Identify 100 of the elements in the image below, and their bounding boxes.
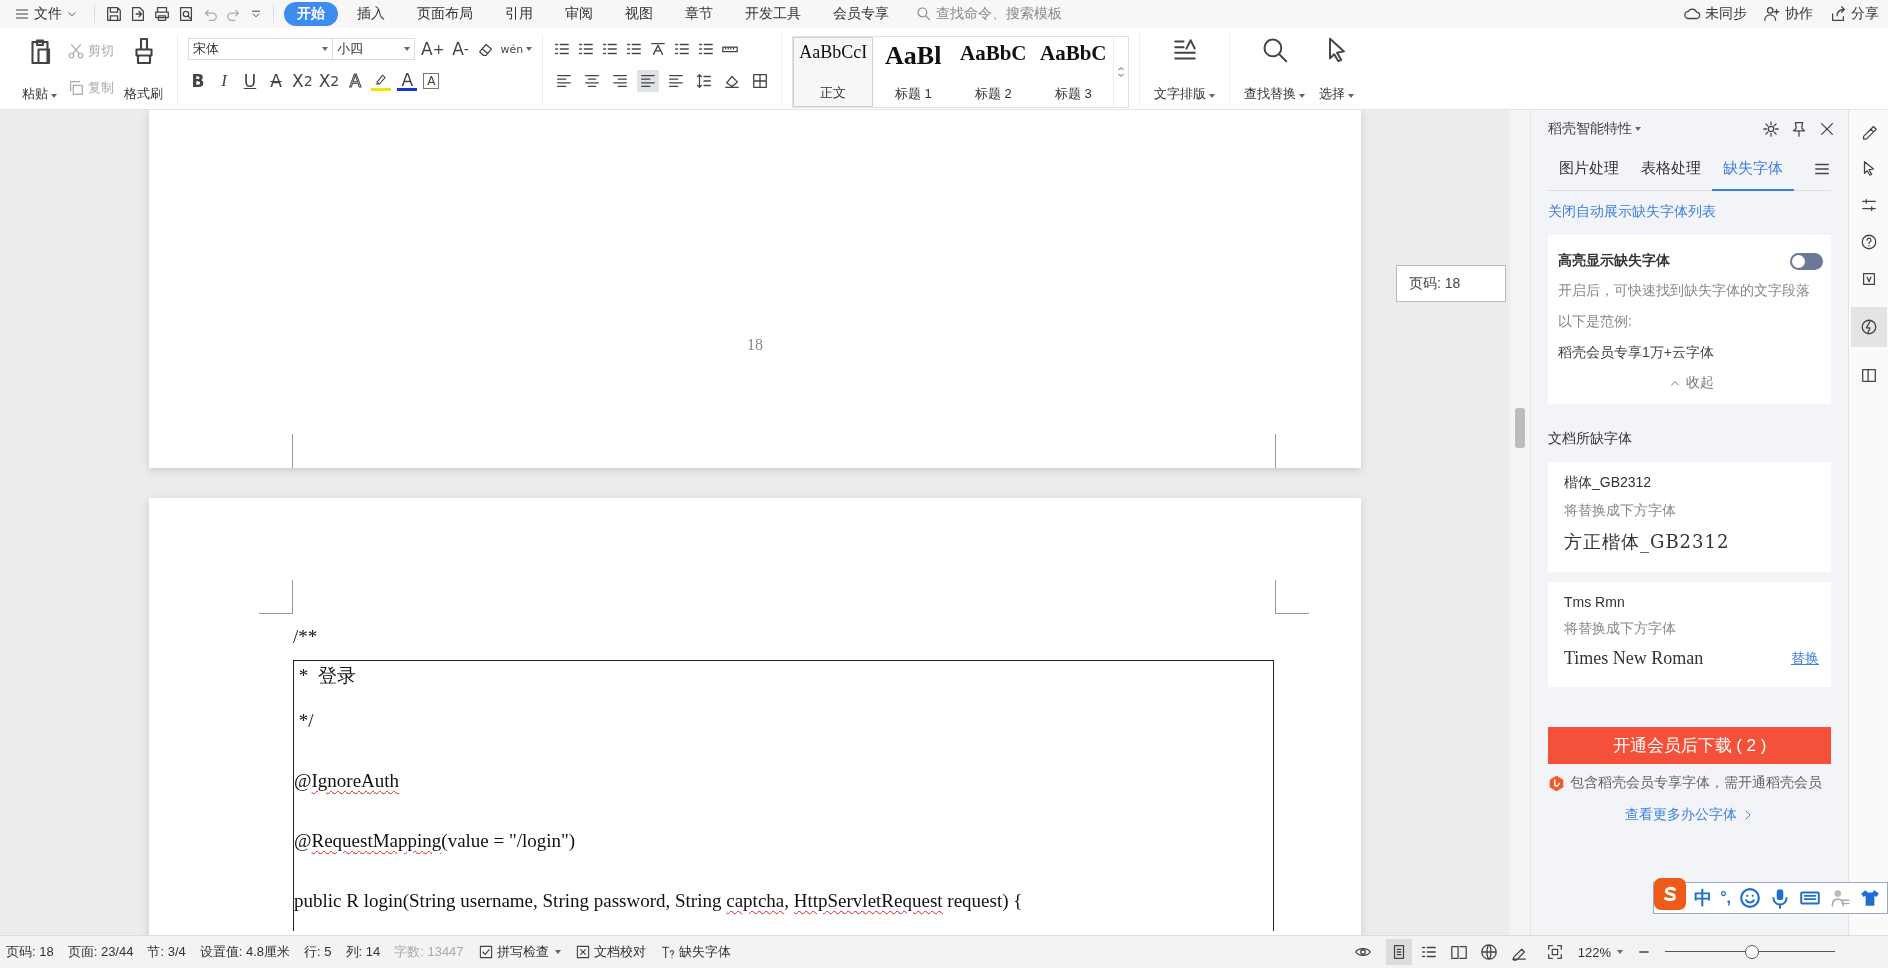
copy-icon bbox=[67, 79, 85, 98]
print-preview-icon[interactable] bbox=[177, 5, 195, 23]
panel-tab[interactable]: 缺失字体 bbox=[1712, 148, 1794, 191]
search-icon bbox=[916, 6, 932, 22]
spell-check-button[interactable]: 拼写检查 bbox=[477, 943, 561, 961]
code-line: @IgnoreAuth bbox=[294, 769, 401, 793]
panel-tab[interactable]: 表格处理 bbox=[1630, 148, 1712, 191]
ribbon-tab[interactable]: 开发工具 bbox=[732, 2, 814, 26]
print-icon[interactable] bbox=[153, 5, 171, 23]
ime-mode[interactable]: 中 bbox=[1694, 886, 1713, 910]
style-preset[interactable]: AaBbC 标题 3 bbox=[1033, 37, 1114, 107]
vertical-scrollbar[interactable] bbox=[1510, 110, 1530, 935]
bold-button[interactable]: B bbox=[188, 69, 208, 93]
code-line: /** bbox=[293, 625, 319, 649]
collaborate-button[interactable]: 协作 bbox=[1763, 5, 1813, 23]
missing-fonts-button[interactable]: 缺失字体 bbox=[659, 943, 731, 961]
style-preset[interactable]: AaBbCcI 正文 bbox=[793, 37, 874, 107]
paste-button[interactable]: 粘贴 bbox=[18, 34, 61, 105]
highlight-toggle[interactable] bbox=[1790, 252, 1823, 270]
code-line: public R login(String username, String password, String captcha, HttpServletRequest request) { bbox=[294, 889, 1024, 913]
read-view-icon bbox=[1449, 943, 1468, 961]
x-box-icon bbox=[574, 944, 591, 960]
align-right-icon[interactable] bbox=[611, 72, 630, 90]
align-center-icon[interactable] bbox=[583, 72, 602, 90]
example-label: 以下是范例: bbox=[1558, 312, 1633, 331]
section-title: 文档所缺字体 bbox=[1548, 430, 1633, 448]
more-fonts-link[interactable]: 查看更多办公字体 bbox=[1548, 806, 1831, 824]
justify-icon[interactable] bbox=[639, 72, 658, 90]
export-icon[interactable] bbox=[129, 5, 147, 23]
code-line: * 登录 bbox=[297, 664, 357, 688]
ribbon-tab[interactable]: 插入 bbox=[344, 2, 398, 26]
web-view-icon bbox=[1479, 943, 1498, 961]
sync-status-button[interactable]: 未同步 bbox=[1683, 5, 1747, 23]
select-button[interactable]: 选择 bbox=[1315, 34, 1359, 105]
pin-icon[interactable] bbox=[1790, 120, 1808, 138]
ribbon-tab[interactable]: 会员专享 bbox=[820, 2, 902, 26]
strikethrough-button[interactable]: A bbox=[266, 69, 286, 93]
share-button[interactable]: 分享 bbox=[1829, 5, 1879, 23]
font-family-select[interactable]: 宋体 bbox=[188, 38, 333, 60]
ribbon-tab[interactable]: 视图 bbox=[612, 2, 666, 26]
ribbon-tab[interactable]: 审阅 bbox=[552, 2, 606, 26]
page-number: 18 bbox=[746, 336, 764, 354]
smart-features-button[interactable] bbox=[1851, 307, 1887, 347]
ribbon-tab[interactable]: 章节 bbox=[672, 2, 726, 26]
menu-icon bbox=[14, 6, 30, 22]
save-icon[interactable] bbox=[105, 5, 123, 23]
sliders-icon[interactable] bbox=[1860, 196, 1878, 214]
status-text: 节: 3/4 bbox=[147, 943, 186, 961]
font-size-select[interactable]: 小四 bbox=[333, 38, 415, 60]
text-layout-button[interactable]: 文字排版 bbox=[1150, 34, 1220, 105]
code-line: */ bbox=[297, 709, 315, 733]
help-icon[interactable] bbox=[1860, 233, 1878, 251]
status-text: 列: 14 bbox=[345, 943, 381, 961]
status-text: 页码: 18 bbox=[6, 943, 54, 961]
scissors-icon bbox=[67, 41, 85, 60]
replacement-hint: 将替换成下方字体 bbox=[1564, 502, 1677, 520]
highlight-title: 高亮显示缺失字体 bbox=[1558, 252, 1670, 270]
view-mode-button[interactable] bbox=[1385, 939, 1412, 965]
style-preset[interactable]: AaBbC 标题 2 bbox=[953, 37, 1034, 107]
pinyin-guide-button[interactable]: wén bbox=[500, 37, 533, 61]
zoom-level-dropdown[interactable]: 122% bbox=[1577, 944, 1623, 960]
format-painter-button[interactable]: 格式刷 bbox=[120, 34, 167, 105]
example-text: 稻壳会员专享1万+云字体 bbox=[1558, 343, 1715, 362]
replace-link[interactable]: 替换 bbox=[1791, 649, 1819, 668]
smiley-icon[interactable] bbox=[1739, 887, 1761, 909]
settings-icon[interactable] bbox=[1762, 120, 1780, 138]
italic-button[interactable]: I bbox=[214, 69, 234, 93]
chinese-layout-icon[interactable] bbox=[649, 40, 668, 58]
find-replace-button[interactable]: 查找替换 bbox=[1240, 34, 1310, 105]
panel-title-dropdown[interactable]: 稻壳智能特性 bbox=[1548, 120, 1752, 138]
style-preset[interactable]: AaBl 标题 1 bbox=[873, 37, 954, 107]
replacement-font-name: 方正楷体_GB2312 bbox=[1564, 530, 1730, 554]
align-left-icon[interactable] bbox=[555, 72, 574, 90]
lightning-icon bbox=[1860, 318, 1878, 336]
check-box-icon bbox=[477, 944, 494, 960]
zoom-slider[interactable] bbox=[1665, 945, 1835, 959]
shirt-icon[interactable] bbox=[1859, 887, 1881, 909]
ribbon-tab[interactable]: 引用 bbox=[492, 2, 546, 26]
status-text: 行: 5 bbox=[304, 943, 332, 961]
code-line: @RequestMapping(value = "/login") bbox=[294, 829, 577, 853]
file-menu[interactable]: 文件 bbox=[8, 3, 84, 25]
replacement-font-name: Times New Roman bbox=[1564, 648, 1704, 669]
book-icon[interactable] bbox=[1860, 366, 1878, 384]
borders-icon[interactable] bbox=[751, 72, 770, 90]
add-user-icon bbox=[1763, 5, 1781, 23]
close-icon[interactable] bbox=[1818, 120, 1836, 138]
text-effect-button[interactable]: A bbox=[345, 69, 366, 93]
missing-font-name: 楷体_GB2312 bbox=[1564, 474, 1653, 492]
panel-tab[interactable]: 图片处理 bbox=[1548, 148, 1630, 191]
ime-punctuation[interactable]: °, bbox=[1720, 889, 1731, 907]
collapse-button[interactable]: 收起 bbox=[1558, 374, 1823, 392]
font-color-button[interactable]: A bbox=[397, 71, 418, 91]
fit-screen-icon[interactable] bbox=[1545, 943, 1564, 961]
line-spacing-icon[interactable] bbox=[695, 72, 714, 90]
ribbon-tab[interactable]: 页面布局 bbox=[404, 2, 486, 26]
underline-button[interactable]: U bbox=[240, 69, 260, 93]
close-auto-list-link[interactable]: 关闭自动展示缺失字体列表 bbox=[1548, 203, 1848, 221]
character-border-button[interactable]: A bbox=[423, 73, 440, 89]
proofread-button[interactable]: 文档校对 bbox=[574, 943, 646, 961]
status-text: 页面: 23/44 bbox=[67, 943, 134, 961]
